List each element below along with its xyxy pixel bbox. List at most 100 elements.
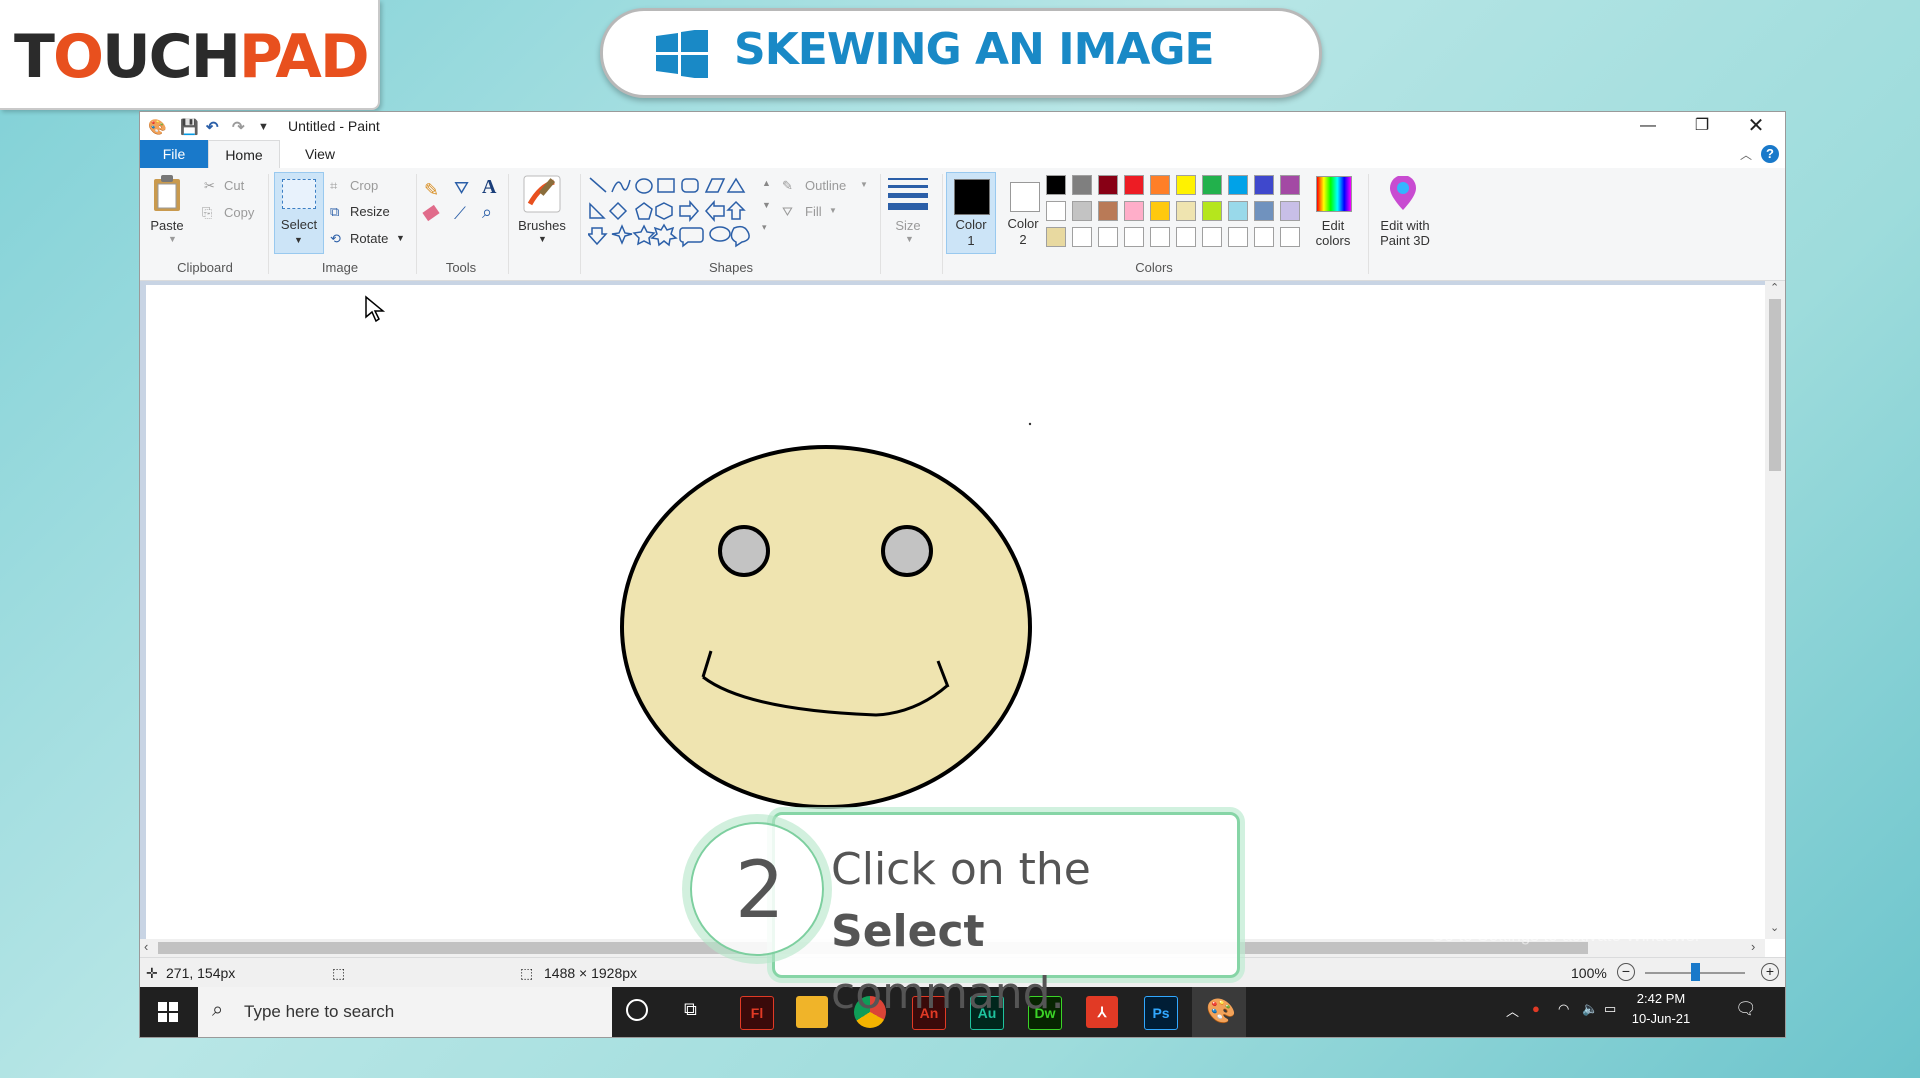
size-dropdown-icon[interactable]: ▼ xyxy=(905,234,914,244)
palette-swatch[interactable] xyxy=(1072,227,1092,247)
pencil-icon[interactable]: ✎ xyxy=(424,180,439,201)
palette-swatch[interactable] xyxy=(1176,201,1196,221)
scroll-right-icon[interactable]: › xyxy=(1751,939,1755,954)
palette-swatch[interactable] xyxy=(1202,175,1222,195)
start-button[interactable] xyxy=(158,1002,178,1022)
text-tool-icon[interactable]: A xyxy=(482,176,496,199)
flash-app-icon[interactable]: Fl xyxy=(740,996,774,1030)
zoom-slider-thumb[interactable] xyxy=(1691,963,1700,981)
network-icon[interactable]: ◠ xyxy=(1558,1001,1569,1017)
cut-button[interactable]: Cut xyxy=(224,178,244,193)
palette-swatch[interactable] xyxy=(1228,227,1248,247)
collapse-ribbon-icon[interactable]: ︿ xyxy=(1740,146,1752,163)
paste-dropdown-icon[interactable]: ▼ xyxy=(168,234,177,244)
brushes-button[interactable]: Brushes xyxy=(512,218,572,233)
undo-icon[interactable]: ↶ xyxy=(206,118,219,136)
copy-button[interactable]: Copy xyxy=(224,205,254,220)
palette-swatch[interactable] xyxy=(1046,227,1066,247)
crop-button[interactable]: Crop xyxy=(350,178,378,193)
paint-app-icon[interactable]: 🎨 xyxy=(148,118,167,136)
palette-swatch[interactable] xyxy=(1124,201,1144,221)
magnifier-icon[interactable]: ⌕ xyxy=(482,202,492,223)
customize-qat-icon[interactable]: ▼ xyxy=(258,121,269,133)
shapes-scroll-down-icon[interactable]: ▼ xyxy=(762,200,771,210)
palette-swatch[interactable] xyxy=(1046,201,1066,221)
palette-swatch[interactable] xyxy=(1280,175,1300,195)
rotate-button[interactable]: Rotate xyxy=(350,231,388,246)
palette-swatch[interactable] xyxy=(1228,201,1248,221)
scroll-down-icon[interactable]: ⌄ xyxy=(1770,921,1779,934)
size-icon[interactable] xyxy=(888,178,928,212)
help-icon[interactable]: ? xyxy=(1761,145,1779,163)
palette-swatch[interactable] xyxy=(1202,227,1222,247)
shapes-expand-icon[interactable]: ▾ xyxy=(762,222,767,233)
volume-icon[interactable]: 🔈 xyxy=(1582,1001,1598,1017)
edit-with-paint3d-button[interactable]: Edit with Paint 3D xyxy=(1372,218,1438,248)
tab-file[interactable]: File xyxy=(140,140,208,168)
notification-icon[interactable]: 🗨 xyxy=(1735,999,1757,1019)
palette-swatch[interactable] xyxy=(1098,175,1118,195)
palette-swatch[interactable] xyxy=(1254,227,1274,247)
file-explorer-icon[interactable] xyxy=(796,996,828,1028)
clock-date[interactable]: 10-Jun-21 xyxy=(1620,1011,1702,1026)
palette-swatch[interactable] xyxy=(1150,201,1170,221)
palette-swatch[interactable] xyxy=(1176,175,1196,195)
shapes-scroll-up-icon[interactable]: ▲ xyxy=(762,178,771,188)
palette-swatch[interactable] xyxy=(1072,175,1092,195)
zoom-in-button[interactable]: + xyxy=(1761,963,1779,981)
cortana-icon[interactable] xyxy=(626,999,648,1021)
palette-swatch[interactable] xyxy=(1150,227,1170,247)
rotate-dropdown-icon[interactable]: ▼ xyxy=(396,233,405,243)
color2-button[interactable]: Color 2 xyxy=(1000,172,1046,252)
taskbar-search-box[interactable]: ⌕ Type here to search xyxy=(198,987,612,1037)
shapes-gallery[interactable] xyxy=(588,176,772,250)
minimize-button[interactable]: — xyxy=(1621,112,1675,140)
antivirus-tray-icon[interactable]: ● xyxy=(1532,1001,1540,1016)
palette-swatch[interactable] xyxy=(1280,227,1300,247)
select-button[interactable]: Select ▼ xyxy=(274,172,324,254)
paste-button[interactable]: Paste xyxy=(148,218,186,233)
color1-button[interactable]: Color 1 xyxy=(946,172,996,254)
clock-time[interactable]: 2:42 PM xyxy=(1620,991,1702,1006)
palette-swatch[interactable] xyxy=(1254,201,1274,221)
save-icon[interactable]: 💾 xyxy=(180,118,199,136)
restore-button[interactable]: ❐ xyxy=(1675,112,1729,140)
fill-button[interactable]: Fill xyxy=(805,204,822,219)
palette-swatch[interactable] xyxy=(1098,201,1118,221)
palette-swatch[interactable] xyxy=(1254,175,1274,195)
vertical-scrollbar[interactable]: ⌃ ⌄ xyxy=(1765,281,1785,939)
color-picker-icon[interactable]: ⟋ xyxy=(454,204,466,224)
palette-swatch[interactable] xyxy=(1202,201,1222,221)
paste-icon[interactable] xyxy=(152,174,182,212)
task-view-icon[interactable]: ⧉ xyxy=(684,999,697,1020)
fill-bucket-icon[interactable]: ⛛ xyxy=(454,178,469,199)
close-button[interactable]: ✕ xyxy=(1729,112,1783,140)
palette-swatch[interactable] xyxy=(1176,227,1196,247)
palette-swatch[interactable] xyxy=(1150,175,1170,195)
palette-swatch[interactable] xyxy=(1072,201,1092,221)
select-dropdown-icon[interactable]: ▼ xyxy=(294,235,303,245)
size-button[interactable]: Size xyxy=(884,218,932,233)
outline-dropdown-icon[interactable]: ▼ xyxy=(860,180,868,189)
vertical-scroll-thumb[interactable] xyxy=(1769,299,1781,471)
scroll-left-icon[interactable]: ‹ xyxy=(144,939,148,954)
palette-swatch[interactable] xyxy=(1280,201,1300,221)
palette-swatch[interactable] xyxy=(1124,227,1144,247)
brushes-icon[interactable] xyxy=(522,174,562,214)
palette-swatch[interactable] xyxy=(1124,175,1144,195)
palette-swatch[interactable] xyxy=(1098,227,1118,247)
zoom-out-button[interactable]: − xyxy=(1617,963,1635,981)
battery-icon[interactable]: ▭ xyxy=(1604,1001,1616,1017)
redo-icon[interactable]: ↷ xyxy=(232,118,245,136)
eraser-icon[interactable] xyxy=(422,204,440,222)
outline-button[interactable]: Outline xyxy=(805,178,846,193)
show-hidden-icons[interactable]: ︿ xyxy=(1506,1001,1519,1020)
edit-colors-button[interactable]: Edit colors xyxy=(1304,218,1362,248)
resize-button[interactable]: Resize xyxy=(350,204,390,219)
palette-swatch[interactable] xyxy=(1046,175,1066,195)
tab-view[interactable]: View xyxy=(290,140,350,168)
scroll-up-icon[interactable]: ⌃ xyxy=(1770,281,1779,294)
brushes-dropdown-icon[interactable]: ▼ xyxy=(538,234,547,244)
palette-swatch[interactable] xyxy=(1228,175,1248,195)
tab-home[interactable]: Home xyxy=(208,140,280,169)
